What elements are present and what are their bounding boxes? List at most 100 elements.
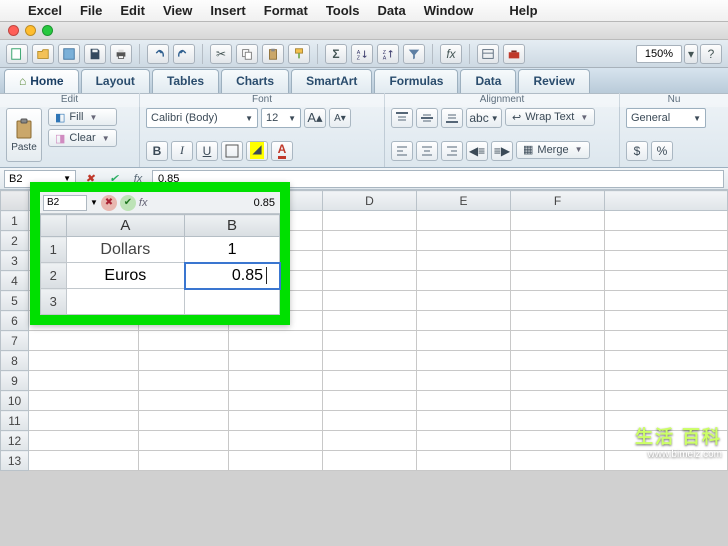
align-left-button[interactable] [391,141,413,161]
grow-font-button[interactable]: A▴ [304,108,326,128]
row-header[interactable]: 5 [1,291,29,311]
cell[interactable] [323,351,417,371]
cell[interactable] [29,331,139,351]
cell[interactable] [417,431,511,451]
undo-button[interactable] [147,44,169,64]
copy-button[interactable] [236,44,258,64]
cell[interactable] [605,391,728,411]
cell[interactable] [323,271,417,291]
cell[interactable] [29,351,139,371]
percent-format-button[interactable]: % [651,141,673,161]
cell[interactable] [139,351,229,371]
tab-data[interactable]: Data [460,69,516,93]
template-button[interactable] [58,44,80,64]
cell[interactable] [229,351,323,371]
row-header[interactable]: 11 [1,411,29,431]
cell[interactable] [417,231,511,251]
bold-button[interactable]: B [146,141,168,161]
cell[interactable] [605,211,728,231]
row-header[interactable]: 6 [1,311,29,331]
align-center-button[interactable] [416,141,438,161]
cell[interactable] [605,231,728,251]
open-button[interactable] [32,44,54,64]
toolbox-button[interactable] [503,44,525,64]
row-header[interactable]: 2 [1,231,29,251]
cell[interactable] [323,251,417,271]
cell[interactable] [323,371,417,391]
menu-format[interactable]: Format [264,3,308,18]
cell[interactable] [139,451,229,471]
align-bottom-button[interactable] [441,108,463,128]
cell[interactable] [229,431,323,451]
col-header-d[interactable]: D [323,191,417,211]
cell[interactable] [511,291,605,311]
menu-view[interactable]: View [163,3,192,18]
cell[interactable] [29,371,139,391]
paste-big-button[interactable]: Paste [6,108,42,162]
save-button[interactable] [84,44,106,64]
menu-insert[interactable]: Insert [210,3,245,18]
number-format-select[interactable]: General▼ [626,108,706,128]
clear-button[interactable]: ◨Clear▼ [48,129,117,147]
cell[interactable] [323,331,417,351]
row-header[interactable]: 9 [1,371,29,391]
merge-button[interactable]: ▦Merge▼ [516,141,590,159]
col-header-e[interactable]: E [417,191,511,211]
row-header[interactable]: 13 [1,451,29,471]
cut-button[interactable]: ✂ [210,44,232,64]
cell[interactable] [511,311,605,331]
cell[interactable] [229,391,323,411]
cell[interactable] [511,211,605,231]
cell[interactable] [139,331,229,351]
show-formulas-button[interactable] [477,44,499,64]
border-button[interactable] [221,141,243,161]
cell[interactable] [323,311,417,331]
menu-edit[interactable]: Edit [120,3,145,18]
font-size-select[interactable]: 12▼ [261,108,301,128]
menu-data[interactable]: Data [378,3,406,18]
cell[interactable] [417,371,511,391]
fx-button[interactable]: fx [440,44,462,64]
help-button[interactable]: ? [700,44,722,64]
cell[interactable] [511,371,605,391]
cell[interactable] [417,451,511,471]
align-top-button[interactable] [391,108,413,128]
spreadsheet-grid[interactable]: A B C D E F 12345678910111213 B2 ▼ ✖ ✔ f… [0,190,728,471]
row-header[interactable]: 8 [1,351,29,371]
cell[interactable] [511,411,605,431]
cell[interactable] [139,391,229,411]
row-header[interactable]: 10 [1,391,29,411]
cell[interactable] [511,391,605,411]
row-header[interactable]: 12 [1,431,29,451]
menu-excel[interactable]: Excel [28,3,62,18]
cell[interactable] [417,251,511,271]
align-right-button[interactable] [441,141,463,161]
cell[interactable] [417,311,511,331]
tab-home[interactable]: ⌂Home [4,69,79,93]
accounting-format-button[interactable]: $ [626,141,648,161]
cell[interactable] [323,451,417,471]
menu-file[interactable]: File [80,3,102,18]
tab-tables[interactable]: Tables [152,69,219,93]
cell[interactable] [605,311,728,331]
cell[interactable] [139,431,229,451]
zoom-dropdown-button[interactable]: ▾ [684,44,698,64]
underline-button[interactable]: U [196,141,218,161]
cell[interactable] [417,391,511,411]
shrink-font-button[interactable]: A▾ [329,108,351,128]
decrease-indent-button[interactable]: ◀≡ [466,141,488,161]
close-window-button[interactable] [8,25,19,36]
cell[interactable] [605,371,728,391]
cell[interactable] [139,411,229,431]
cell[interactable] [229,411,323,431]
cell[interactable] [417,351,511,371]
cell[interactable] [511,431,605,451]
print-button[interactable] [110,44,132,64]
redo-button[interactable] [173,44,195,64]
zoom-input[interactable] [636,45,682,63]
cell[interactable] [605,351,728,371]
tab-review[interactable]: Review [518,69,589,93]
cell[interactable] [29,451,139,471]
cell[interactable] [323,411,417,431]
cell[interactable] [417,411,511,431]
